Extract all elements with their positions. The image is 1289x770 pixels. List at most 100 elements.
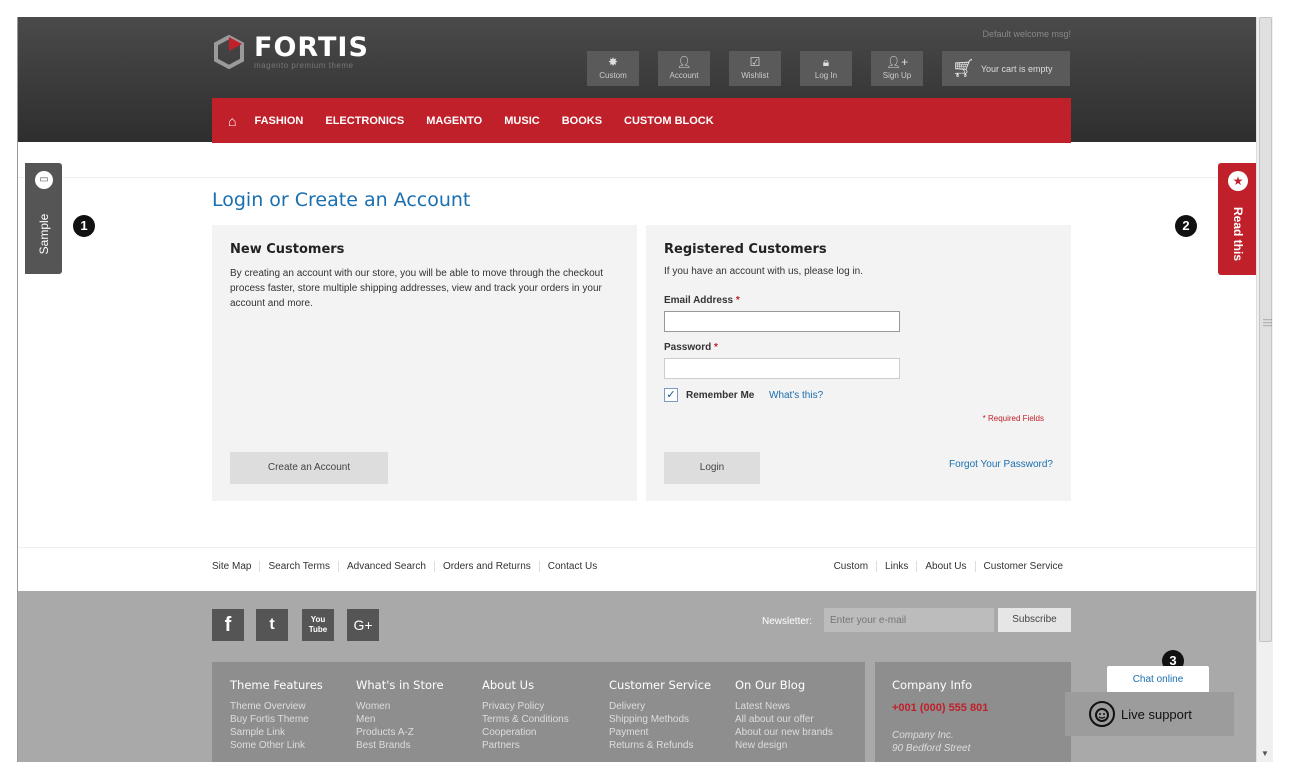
nav-item-magento[interactable]: MAGENTO [426,115,482,127]
home-icon[interactable]: ⌂ [228,113,236,129]
footer-link[interactable]: Products A-Z [356,726,444,739]
footer-link[interactable]: Men [356,713,444,726]
new-customers-description: By creating an account with our store, y… [230,268,603,309]
forgot-password-link[interactable]: Forgot Your Password? [949,459,1053,470]
newsletter-email-input[interactable] [824,608,994,632]
youtube-icon[interactable]: You Tube [302,609,334,641]
toolbar-label: Log In [814,71,838,80]
footer-columns: Theme Features Theme Overview Buy Fortis… [212,662,865,762]
scrollbar-thumb[interactable]: — — — [1259,17,1272,642]
twitter-icon[interactable]: t [256,609,288,641]
site-header: Default welcome msg! FORTIS magento prem… [18,17,1256,143]
footer-link[interactable]: Women [356,700,444,713]
footer-column-whats-in-store: What's in Store Women Men Products A-Z B… [356,678,444,752]
facebook-icon[interactable]: f [212,609,244,641]
nav-item-fashion[interactable]: FASHION [254,115,303,127]
toolbar-login-button[interactable]: 🔒︎ Log In [800,51,852,86]
password-field[interactable] [664,358,900,379]
user-icon: 👤︎ [676,55,692,69]
registered-customers-panel: Registered Customers If you have an acco… [646,225,1071,501]
footer-link[interactable]: Terms & Conditions [482,713,569,726]
footer-column-about-us: About Us Privacy Policy Terms & Conditio… [482,678,569,752]
footer-link[interactable]: Theme Overview [230,700,323,713]
headset-icon [1089,701,1115,727]
new-customers-panel: New Customers By creating an account wit… [212,225,637,501]
whats-this-link[interactable]: What's this? [769,390,823,401]
vertical-scrollbar[interactable]: — — — ▼ [1256,17,1273,762]
footer-link-about-us[interactable]: About Us [916,561,974,572]
footer-link[interactable]: Returns & Refunds [609,739,711,752]
cart-label: Your cart is empty [980,63,1053,74]
chat-online-bubble[interactable]: Chat online [1107,666,1209,694]
column-title: On Our Blog [735,678,806,692]
read-this-side-tab[interactable]: ★ Read this [1218,163,1256,275]
nav-item-books[interactable]: BOOKS [562,115,602,127]
sample-tab-label: Sample [37,213,51,255]
footer-link-contact-us[interactable]: Contact Us [538,561,605,572]
toolbar-signup-button[interactable]: 👤︎+ Sign Up [871,51,923,86]
cart-button[interactable]: 🛒︎ Your cart is empty [942,51,1070,86]
footer-link[interactable]: Cooperation [482,726,569,739]
footer-link[interactable]: New design [735,739,833,752]
monitor-icon: ▭ [35,171,53,189]
sample-side-tab[interactable]: ▭ Sample [25,163,62,274]
logo-name: FORTIS [254,32,369,63]
company-address: Company Inc. 90 Bedford Street [892,730,971,754]
footer-column-theme-features: Theme Features Theme Overview Buy Fortis… [230,678,323,752]
toolbar-label: Custom [599,71,627,80]
footer-link[interactable]: Delivery [609,700,711,713]
live-support-button[interactable]: Live support [1065,692,1234,736]
page-title: Login or Create an Account [212,189,471,211]
nav-item-electronics[interactable]: ELECTRONICS [325,115,404,127]
footer-link-site-map[interactable]: Site Map [212,561,259,572]
scroll-down-arrow-icon[interactable]: ▼ [1261,749,1269,758]
footer-link[interactable]: Best Brands [356,739,444,752]
toolbar-wishlist-button[interactable]: ☑ Wishlist [729,51,781,86]
company-phone: +001 (000) 555 801 [892,702,989,714]
live-support-label: Live support [1121,706,1192,722]
required-fields-note: * Required Fields [982,414,1044,423]
footer-link[interactable]: Some Other Link [230,739,323,752]
footer-link[interactable]: Privacy Policy [482,700,569,713]
main-nav: ⌂ FASHION ELECTRONICS MAGENTO MUSIC BOOK… [212,98,1071,143]
remember-me-checkbox[interactable]: ✓ [664,388,678,402]
logo-mark-icon [212,34,246,70]
create-account-button[interactable]: Create an Account [230,452,388,484]
footer-link[interactable]: About our new brands [735,726,833,739]
logo-tagline: magento premium theme [254,61,354,70]
footer-link[interactable]: Payment [609,726,711,739]
logo[interactable]: FORTIS magento premium theme [212,32,369,70]
toolbar-label: Wishlist [741,71,769,80]
footer-link[interactable]: Buy Fortis Theme [230,713,323,726]
toolbar-custom-button[interactable]: ✸ Custom [587,51,639,86]
user-plus-icon: 👤︎+ [885,55,909,69]
gear-icon: ✸ [607,55,619,69]
toolbar-account-button[interactable]: 👤︎ Account [658,51,710,86]
footer-link-custom[interactable]: Custom [834,561,876,572]
footer-link-search-terms[interactable]: Search Terms [259,561,338,572]
subscribe-button[interactable]: Subscribe [998,608,1071,632]
footer-link-advanced-search[interactable]: Advanced Search [337,561,434,572]
footer-link[interactable]: Sample Link [230,726,323,739]
footer-link[interactable]: Shipping Methods [609,713,711,726]
scrollbar-grip-icon: — — — [1263,314,1272,330]
registered-description: If you have an account with us, please l… [664,266,864,277]
callout-badge-2: 2 [1175,215,1197,237]
footer-link[interactable]: Partners [482,739,569,752]
email-field[interactable] [664,311,900,332]
cart-icon: 🛒︎ [952,58,975,78]
nav-item-custom-block[interactable]: CUSTOM BLOCK [624,115,714,127]
browser-viewport: Default welcome msg! FORTIS magento prem… [17,17,1256,762]
google-plus-icon[interactable]: G+ [347,609,379,641]
footer-link-customer-service[interactable]: Customer Service [974,561,1071,572]
toolbar-label: Account [669,71,699,80]
footer-link-orders-returns[interactable]: Orders and Returns [433,561,539,572]
company-info-panel: Company Info +001 (000) 555 801 Company … [875,662,1071,762]
site-footer: f t You Tube G+ Newsletter: Subscribe Th… [18,591,1256,762]
nav-item-music[interactable]: MUSIC [504,115,539,127]
footer-link[interactable]: All about our offer [735,713,833,726]
footer-link[interactable]: Latest News [735,700,833,713]
login-button[interactable]: Login [664,452,760,484]
footer-link-links[interactable]: Links [876,561,916,572]
toolbar-label: Sign Up [882,71,912,80]
